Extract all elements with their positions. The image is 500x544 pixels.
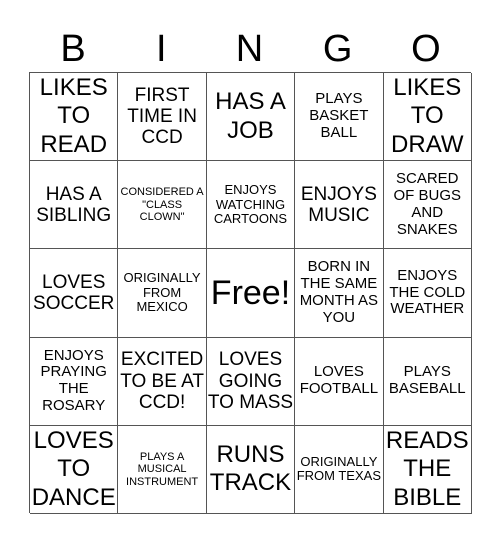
bingo-cell[interactable]: ENJOYS WATCHING CARTOONS	[206, 161, 296, 250]
bingo-cell[interactable]: RUNS TRACK	[206, 425, 296, 514]
cell-text: EXCITED TO BE AT CCD!	[120, 349, 204, 413]
cell-text: PLAYS BASKET BALL	[309, 90, 369, 141]
bingo-cell[interactable]: HAS A JOB	[206, 73, 296, 162]
cell-text: LIKES TO DRAW	[391, 74, 464, 158]
cell-text: PLAYS BASEBALL	[388, 363, 466, 398]
bingo-cell[interactable]: LOVES FOOTBALL	[295, 337, 384, 426]
bingo-cell[interactable]: READS THE BIBLE	[383, 425, 472, 514]
cell-text: LOVES TO DANCE	[31, 426, 116, 511]
header-letter-n: N	[235, 28, 264, 70]
cell-text: ORIGINALLY FROM TEXAS	[296, 453, 381, 484]
cell-text: SCARED OF BUGS AND SNAKES	[393, 170, 462, 238]
bingo-cell[interactable]: EXCITED TO BE AT CCD!	[118, 337, 207, 426]
bingo-cell[interactable]: SCARED OF BUGS AND SNAKES	[383, 161, 472, 250]
cell-text: CONSIDERED A "CLASS CLOWN"	[120, 186, 204, 223]
cell-text: FIRST TIME IN CCD	[127, 84, 197, 149]
cell-text: LOVES FOOTBALL	[299, 363, 379, 398]
cell-text: PLAYS A MUSICAL INSTRUMENT	[126, 450, 199, 488]
cell-text: LOVES SOCCER	[33, 271, 115, 314]
bingo-cell[interactable]: ORIGINALLY FROM TEXAS	[295, 425, 384, 514]
cell-text: ENJOYS THE COLD WEATHER	[389, 266, 466, 318]
bingo-cell[interactable]: HAS A SIBLING	[30, 161, 119, 250]
bingo-cell[interactable]: BORN IN THE SAME MONTH AS YOU	[295, 249, 384, 338]
bingo-cell[interactable]: PLAYS BASKET BALL	[295, 73, 384, 162]
header-letter-i: I	[156, 28, 167, 70]
free-space-text: Free!	[210, 273, 291, 312]
cell-text: READS THE BIBLE	[385, 426, 469, 511]
bingo-cell[interactable]: CONSIDERED A "CLASS CLOWN"	[118, 161, 207, 250]
bingo-cell[interactable]: ENJOYS PRAYING THE ROSARY	[30, 337, 119, 426]
bingo-cell[interactable]: LIKES TO DRAW	[383, 73, 472, 162]
cell-text: LIKES TO READ	[39, 74, 108, 158]
bingo-cell[interactable]: ENJOYS MUSIC	[295, 161, 384, 250]
cell-text: ENJOYS PRAYING THE ROSARY	[40, 346, 107, 414]
cell-text: ENJOYS WATCHING CARTOONS	[213, 181, 288, 227]
cell-text: HAS A SIBLING	[36, 183, 112, 226]
cell-text: ENJOYS MUSIC	[300, 183, 377, 226]
header-letter-o: O	[411, 28, 441, 70]
bingo-cell[interactable]: FIRST TIME IN CCD	[118, 73, 207, 162]
bingo-cell[interactable]: ENJOYS THE COLD WEATHER	[383, 249, 472, 338]
bingo-cell[interactable]: LIKES TO READ	[30, 73, 119, 162]
free-space[interactable]: Free!	[206, 249, 296, 338]
cell-text: HAS A JOB	[215, 88, 286, 144]
bingo-cell[interactable]: LOVES TO DANCE	[30, 425, 119, 514]
bingo-cell[interactable]: ORIGINALLY FROM MEXICO	[118, 249, 207, 338]
bingo-cell[interactable]: PLAYS BASEBALL	[383, 337, 472, 426]
bingo-cell[interactable]: LOVES GOING TO MASS	[206, 337, 296, 426]
bingo-grid: LIKES TO READ FIRST TIME IN CCD HAS A JO…	[29, 72, 472, 514]
header-letter-g: G	[322, 28, 353, 70]
bingo-header: B I N G O	[29, 28, 470, 70]
header-letter-b: B	[60, 28, 86, 70]
cell-text: LOVES GOING TO MASS	[207, 349, 294, 413]
cell-text: RUNS TRACK	[209, 441, 292, 497]
bingo-cell[interactable]: LOVES SOCCER	[30, 249, 119, 338]
bingo-cell[interactable]: PLAYS A MUSICAL INSTRUMENT	[118, 425, 207, 514]
cell-text: BORN IN THE SAME MONTH AS YOU	[299, 258, 379, 326]
cell-text: ORIGINALLY FROM MEXICO	[123, 270, 201, 315]
